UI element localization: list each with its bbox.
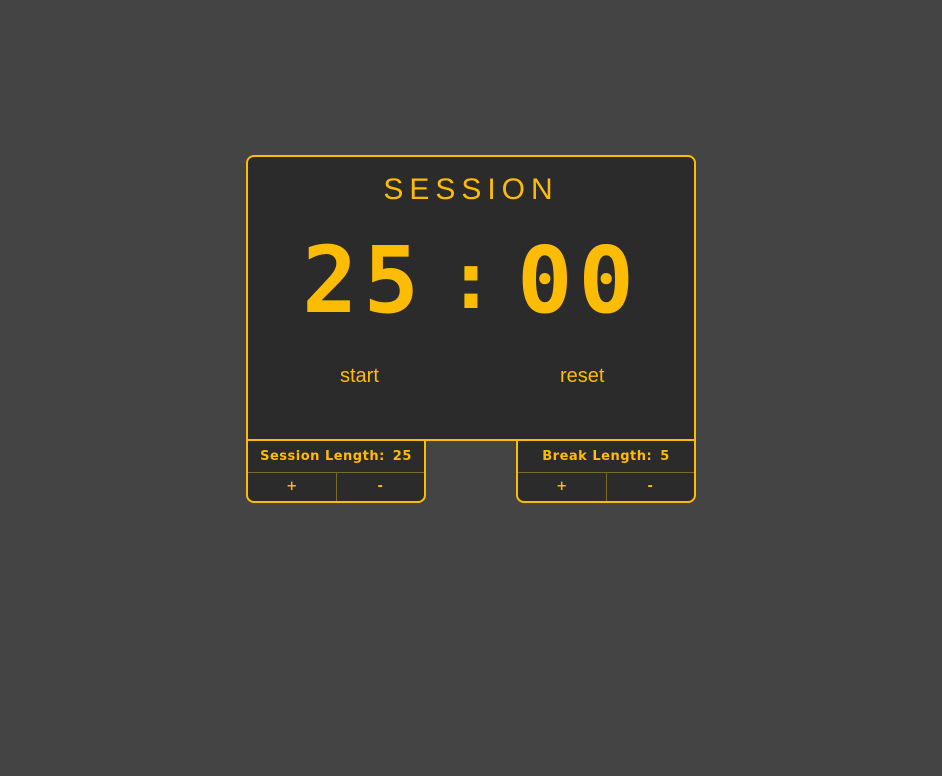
seconds: 00	[517, 227, 640, 334]
session-decrement-button[interactable]: -	[335, 473, 425, 501]
session-length-header: Session Length: 25	[248, 441, 424, 473]
break-decrement-button[interactable]: -	[605, 473, 695, 501]
break-length-header: Break Length: 5	[518, 441, 694, 473]
break-length-panel: Break Length: 5 + -	[516, 439, 696, 503]
start-button[interactable]: start	[340, 365, 379, 388]
session-length-label: Session Length:	[260, 449, 385, 464]
break-length-controls: + -	[518, 473, 694, 501]
session-length-controls: + -	[248, 473, 424, 501]
break-length-value: 5	[660, 449, 670, 464]
time-separator: :	[446, 234, 496, 327]
break-length-label: Break Length:	[542, 449, 653, 464]
timer-display: SESSION 25:00 start reset	[246, 155, 696, 441]
break-increment-button[interactable]: +	[518, 473, 606, 501]
reset-button[interactable]: reset	[560, 365, 604, 388]
session-length-value: 25	[392, 449, 412, 464]
session-increment-button[interactable]: +	[248, 473, 336, 501]
session-length-panel: Session Length: 25 + -	[246, 439, 426, 503]
mode-label: SESSION	[383, 173, 559, 206]
minutes: 25	[302, 227, 425, 334]
time-readout: 25:00	[248, 231, 694, 331]
